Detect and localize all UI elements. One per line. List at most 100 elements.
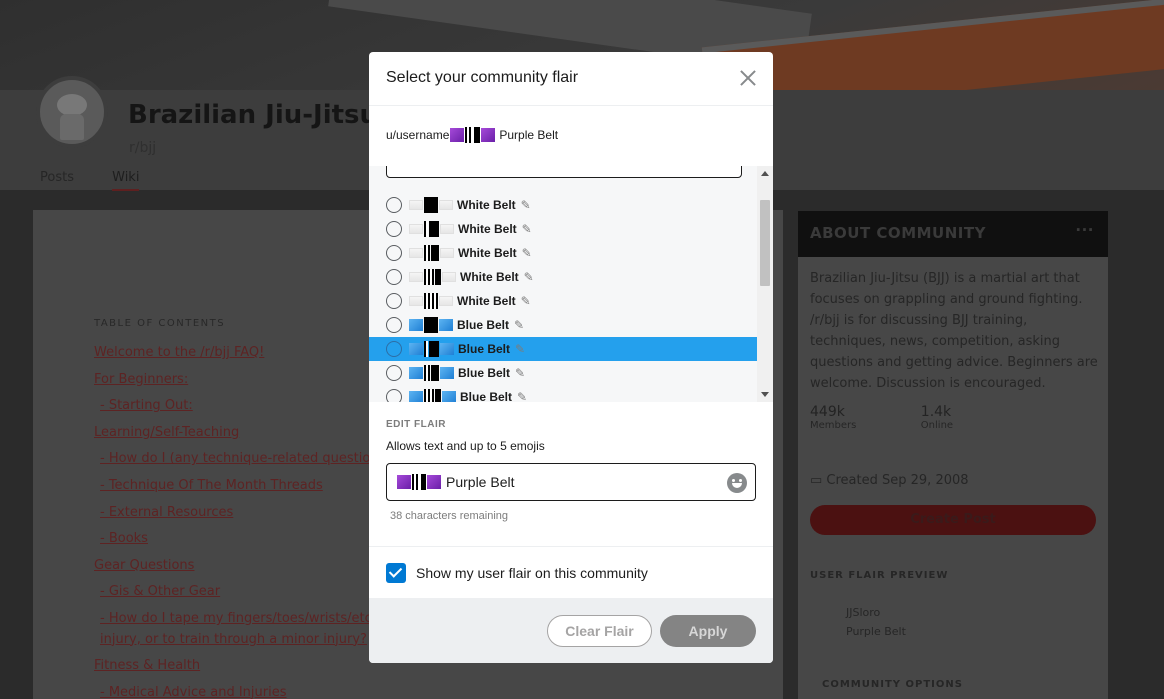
checkmark-icon[interactable] xyxy=(386,563,406,583)
stripe-emoji xyxy=(412,474,420,490)
community-options[interactable]: COMMUNITY OPTIONS xyxy=(822,679,963,690)
flair-option-label: White Belt xyxy=(457,198,516,212)
preview-flair-text: Purple Belt xyxy=(499,128,559,142)
black-bar-emoji xyxy=(435,269,441,285)
toc-link[interactable]: - Technique Of The Month Threads xyxy=(94,473,391,500)
smiley-icon[interactable] xyxy=(727,473,747,493)
toc-link[interactable]: Learning/Self-Teaching xyxy=(94,420,391,447)
toc-title: TABLE OF CONTENTS xyxy=(94,318,226,329)
edit-flair-title: EDIT FLAIR xyxy=(386,419,446,430)
edit-flair-input[interactable]: Purple Belt xyxy=(386,463,756,501)
radio-button[interactable] xyxy=(386,197,402,213)
radio-button[interactable] xyxy=(386,317,402,333)
black-bar-emoji xyxy=(424,197,438,213)
flair-option[interactable]: Blue Belt ✎ xyxy=(369,361,757,385)
edit-flair-help: Allows text and up to 5 emojis xyxy=(386,439,545,453)
radio-button[interactable] xyxy=(386,389,402,402)
flair-list[interactable]: White Belt ✎ White Belt ✎ White Belt ✎ W… xyxy=(369,166,773,402)
white-belt-emoji xyxy=(409,296,423,306)
apply-button[interactable]: Apply xyxy=(660,615,756,647)
radio-button[interactable] xyxy=(386,365,402,381)
toc-link[interactable]: Gear Questions xyxy=(94,553,391,580)
subreddit-title: Brazilian Jiu-Jitsu xyxy=(128,100,379,130)
pencil-icon: ✎ xyxy=(515,366,526,380)
flair-option[interactable]: White Belt ✎ xyxy=(369,193,757,217)
toc-link[interactable]: - How do I (any technique-related questi… xyxy=(94,446,391,473)
toc-link[interactable]: Fitness & Health xyxy=(94,653,391,680)
radio-button[interactable] xyxy=(386,341,402,357)
white-belt-emoji xyxy=(442,272,456,282)
radio-button[interactable] xyxy=(386,221,402,237)
stripe-emoji xyxy=(424,365,430,381)
clear-flair-button[interactable]: Clear Flair xyxy=(547,615,652,647)
flair-option[interactable]: White Belt ✎ xyxy=(369,217,757,241)
preview-username: u/username xyxy=(386,128,450,142)
radio-button[interactable] xyxy=(386,245,402,261)
flair-option-selected[interactable]: Blue Belt ✎ xyxy=(369,337,757,361)
create-post-button[interactable]: Create Post xyxy=(810,505,1096,535)
more-options-icon[interactable]: ··· xyxy=(1075,221,1094,239)
scroll-up-icon[interactable] xyxy=(761,171,769,176)
cake-icon: ▭ xyxy=(810,473,827,488)
flair-option[interactable]: Blue Belt ✎ xyxy=(369,385,757,402)
stripe-emoji xyxy=(424,245,430,261)
toc-link[interactable]: Welcome to the /r/bjj FAQ! xyxy=(94,340,391,367)
pencil-icon: ✎ xyxy=(520,198,531,212)
toc-link[interactable]: - Medical Advice and Injuries xyxy=(94,680,391,699)
black-bar-emoji xyxy=(474,127,481,143)
blue-belt-emoji xyxy=(439,319,453,331)
flair-preview: u/username Purple Belt xyxy=(386,127,558,143)
toc-link[interactable]: - External Resources xyxy=(94,500,391,527)
stripe-emoji xyxy=(424,293,438,309)
stripe-emoji xyxy=(424,389,434,402)
toc-list: Welcome to the /r/bjj FAQ! For Beginners… xyxy=(94,340,391,699)
black-bar-emoji xyxy=(429,341,439,357)
white-belt-emoji xyxy=(409,200,423,210)
tab-posts[interactable]: Posts xyxy=(40,170,74,189)
scrollbar-thumb[interactable] xyxy=(760,200,770,286)
radio-button[interactable] xyxy=(386,293,402,309)
close-icon[interactable] xyxy=(739,69,757,87)
flair-modal: Select your community flair u/username P… xyxy=(369,52,773,663)
flair-option-label: Blue Belt xyxy=(458,366,511,380)
purple-belt-emoji xyxy=(450,128,465,142)
purple-belt-emoji xyxy=(427,475,441,489)
modal-title: Select your community flair xyxy=(386,69,579,86)
show-flair-toggle[interactable]: Show my user flair on this community xyxy=(386,563,648,583)
black-bar-emoji xyxy=(424,317,438,333)
stripe-emoji xyxy=(424,341,428,357)
members-label: Members xyxy=(810,420,857,431)
blue-belt-emoji xyxy=(409,343,423,355)
flair-list-scrollbar[interactable] xyxy=(757,166,773,402)
online-count: 1.4k xyxy=(920,404,952,420)
pencil-icon: ✎ xyxy=(515,342,526,356)
flair-option-label: White Belt xyxy=(458,222,517,236)
chars-remaining: 38 characters remaining xyxy=(390,510,509,522)
user-flair-preview-title: USER FLAIR PREVIEW xyxy=(810,570,949,581)
community-stats: 449k Members 1.4k Online xyxy=(810,404,953,432)
toc-link[interactable]: For Beginners: xyxy=(94,367,391,394)
toc-link[interactable]: injury, or to train through a minor inju… xyxy=(94,627,391,654)
scroll-down-icon[interactable] xyxy=(761,392,769,397)
radio-button[interactable] xyxy=(386,269,402,285)
flair-option[interactable]: White Belt ✎ xyxy=(369,289,757,313)
white-belt-emoji xyxy=(439,296,453,306)
preview-flair: Purple Belt xyxy=(846,625,906,638)
toc-link[interactable]: - Starting Out: xyxy=(94,393,391,420)
white-belt-emoji xyxy=(409,272,423,282)
toc-link[interactable]: - Gis & Other Gear xyxy=(94,579,391,606)
toc-link[interactable]: - Books xyxy=(94,526,391,553)
stripe-emoji xyxy=(424,269,434,285)
flair-option[interactable]: Blue Belt ✎ xyxy=(369,313,757,337)
stripe-emoji xyxy=(424,221,428,237)
show-flair-label: Show my user flair on this community xyxy=(416,565,648,581)
tab-wiki[interactable]: Wiki xyxy=(112,170,140,191)
flair-option[interactable]: White Belt ✎ xyxy=(369,241,757,265)
flair-search-input[interactable] xyxy=(386,166,742,178)
white-belt-emoji xyxy=(439,200,453,210)
subreddit-tabs: Posts Wiki xyxy=(40,170,173,191)
blue-belt-emoji xyxy=(409,319,423,331)
created-date: ▭ Created Sep 29, 2008 xyxy=(810,473,969,488)
flair-option[interactable]: White Belt ✎ xyxy=(369,265,757,289)
pencil-icon: ✎ xyxy=(517,390,528,402)
